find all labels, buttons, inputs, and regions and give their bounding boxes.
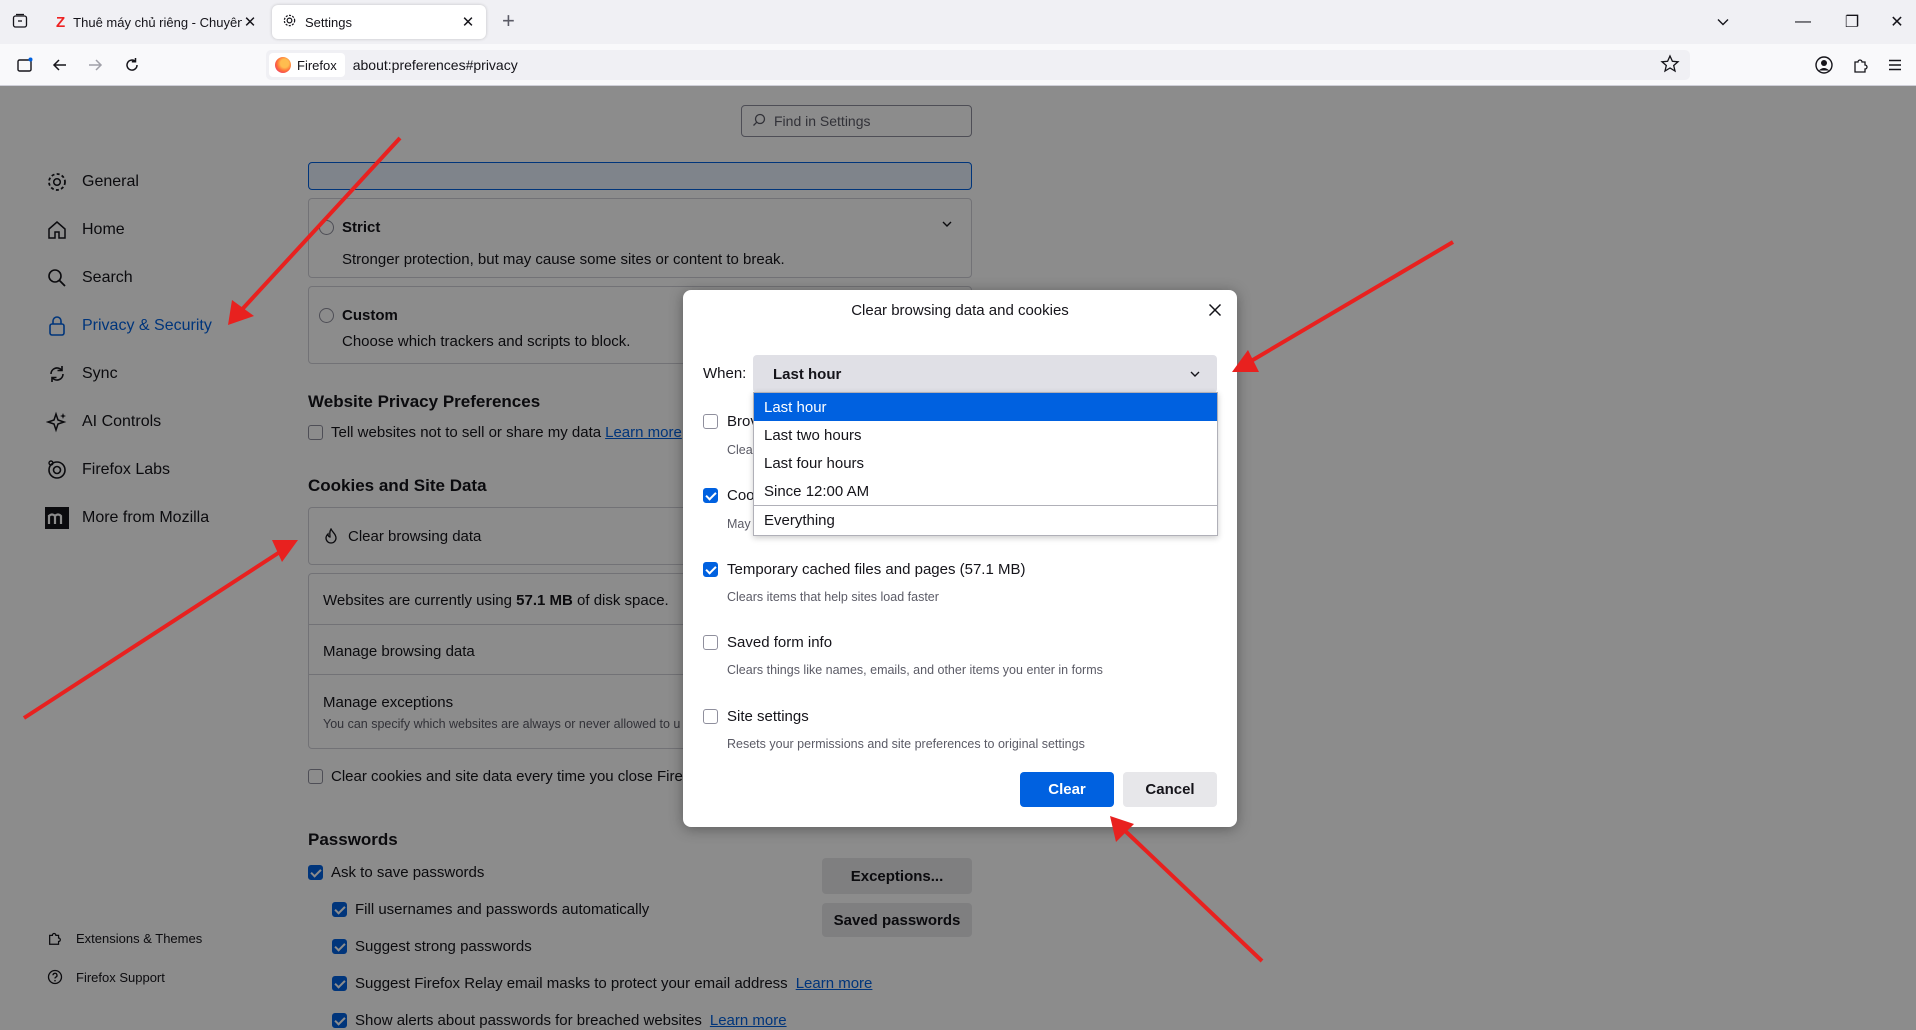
tab-settings[interactable]: Settings ✕ xyxy=(272,5,486,39)
tab-thue-may-chu[interactable]: Z Thuê máy chủ riêng - Chuyên c ✕ xyxy=(46,5,268,39)
tab-strip: Z Thuê máy chủ riêng - Chuyên c ✕ Settin… xyxy=(0,0,1916,44)
option-label: Saved form info xyxy=(727,634,833,651)
time-range-dropdown: Last hour Last two hours Last four hours… xyxy=(753,392,1218,536)
site-settings-option[interactable]: Site settings xyxy=(703,708,809,725)
option-label: Site settings xyxy=(727,708,809,725)
dropdown-option-last-four-hours[interactable]: Last four hours xyxy=(754,449,1217,477)
dropdown-option-everything[interactable]: Everything xyxy=(754,505,1217,535)
time-range-select[interactable]: Last hour xyxy=(753,355,1217,393)
close-icon[interactable] xyxy=(1203,298,1227,322)
option-description: May xyxy=(727,517,751,531)
tab-title: Thuê máy chủ riêng - Chuyên c xyxy=(73,14,242,30)
clear-browsing-data-dialog: Clear browsing data and cookies When: La… xyxy=(683,290,1237,827)
back-arrow-icon[interactable] xyxy=(47,52,73,78)
clear-button[interactable]: Clear xyxy=(1020,772,1114,807)
when-label: When: xyxy=(703,365,747,382)
cookies-checkbox[interactable] xyxy=(703,488,718,503)
firefox-logo-icon xyxy=(275,57,291,73)
restore-button[interactable]: ❐ xyxy=(1839,9,1865,35)
browsing-history-checkbox[interactable] xyxy=(703,414,718,429)
option-description: Resets your permissions and site prefere… xyxy=(727,737,1085,751)
site-settings-checkbox[interactable] xyxy=(703,709,718,724)
navigation-toolbar: Firefox about:preferences#privacy xyxy=(0,44,1916,86)
close-window-button[interactable]: ✕ xyxy=(1884,9,1910,35)
cached-files-option[interactable]: Temporary cached files and pages (57.1 M… xyxy=(703,561,1025,578)
forward-arrow-icon[interactable] xyxy=(82,52,108,78)
reload-icon[interactable] xyxy=(119,52,145,78)
browsing-history-option[interactable]: Brov xyxy=(703,413,758,430)
tab-close-icon[interactable]: ✕ xyxy=(242,13,258,31)
url-text[interactable]: about:preferences#privacy xyxy=(353,57,518,73)
identity-box[interactable]: Firefox xyxy=(269,53,345,77)
option-description: Clea xyxy=(727,443,753,457)
bookmark-star-icon[interactable] xyxy=(1660,54,1680,78)
identity-label: Firefox xyxy=(297,57,337,73)
time-range-value: Last hour xyxy=(773,365,842,383)
cancel-button[interactable]: Cancel xyxy=(1123,772,1217,807)
saved-form-info-option[interactable]: Saved form info xyxy=(703,634,832,651)
option-description: Clears items that help sites load faster xyxy=(727,590,939,604)
url-bar[interactable]: Firefox about:preferences#privacy xyxy=(266,50,1690,80)
cached-files-checkbox[interactable] xyxy=(703,562,718,577)
account-icon[interactable] xyxy=(1811,52,1837,78)
gear-icon xyxy=(282,13,297,31)
tab-title: Settings xyxy=(305,14,352,30)
chevron-down-icon xyxy=(1189,367,1201,384)
tab-close-icon[interactable]: ✕ xyxy=(460,13,476,31)
menu-hamburger-icon[interactable] xyxy=(1882,52,1908,78)
option-label: Temporary cached files and pages (57.1 M… xyxy=(727,561,1026,578)
option-label: Coo xyxy=(727,487,755,504)
cookies-option[interactable]: Coo xyxy=(703,487,755,504)
firefox-view-icon[interactable] xyxy=(12,52,38,78)
minimize-button[interactable]: — xyxy=(1790,9,1816,35)
extensions-puzzle-icon[interactable] xyxy=(1848,52,1874,78)
new-tab-button[interactable]: + xyxy=(502,10,515,32)
dropdown-option-since-midnight[interactable]: Since 12:00 AM xyxy=(754,477,1217,505)
tab-overflow-chevron-icon[interactable] xyxy=(1710,9,1736,35)
tab-list-icon[interactable] xyxy=(8,9,32,33)
dropdown-option-last-two-hours[interactable]: Last two hours xyxy=(754,421,1217,449)
zvn-logo-icon: Z xyxy=(56,13,66,31)
dropdown-option-last-hour[interactable]: Last hour xyxy=(754,393,1217,421)
saved-form-info-checkbox[interactable] xyxy=(703,635,718,650)
dialog-title: Clear browsing data and cookies xyxy=(851,302,1069,319)
option-description: Clears things like names, emails, and ot… xyxy=(727,663,1103,677)
